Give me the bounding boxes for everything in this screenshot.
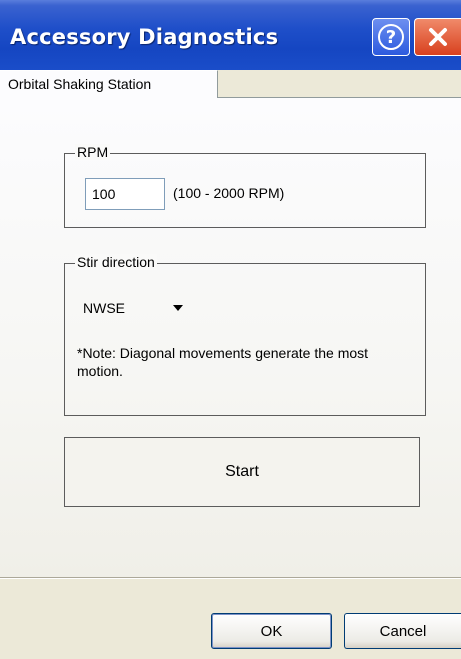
stir-direction-dropdown[interactable]: NWSE [79, 294, 201, 322]
close-button[interactable] [414, 18, 461, 56]
footer-divider-highlight [0, 578, 461, 579]
rpm-groupbox: RPM (100 - 2000 RPM) [64, 144, 426, 228]
tab-orbital-shaking-station[interactable]: Orbital Shaking Station [0, 70, 218, 98]
tab-label: Orbital Shaking Station [8, 76, 152, 92]
ok-button[interactable]: OK [211, 613, 332, 649]
stir-direction-groupbox: Stir direction NWSE *Note: Diagonal move… [64, 254, 426, 416]
chevron-down-icon[interactable] [173, 305, 183, 311]
cancel-button[interactable]: Cancel [344, 613, 461, 649]
close-icon [429, 28, 447, 46]
stir-direction-value: NWSE [83, 300, 125, 316]
window-title: Accessory Diagnostics [10, 25, 279, 49]
stir-direction-note: *Note: Diagonal movements generate the m… [77, 345, 369, 379]
start-button[interactable]: Start [64, 437, 420, 507]
title-bar[interactable]: Accessory Diagnostics ? [0, 0, 461, 70]
rpm-range-hint: (100 - 2000 RPM) [173, 185, 285, 201]
rpm-group-label: RPM [75, 144, 111, 160]
help-button[interactable]: ? [372, 18, 410, 56]
rpm-input[interactable] [85, 178, 165, 210]
stir-direction-group-label: Stir direction [75, 254, 157, 270]
accessory-diagnostics-dialog: Accessory Diagnostics ? Orbital Shaking … [0, 0, 461, 659]
help-icon: ? [378, 24, 404, 50]
